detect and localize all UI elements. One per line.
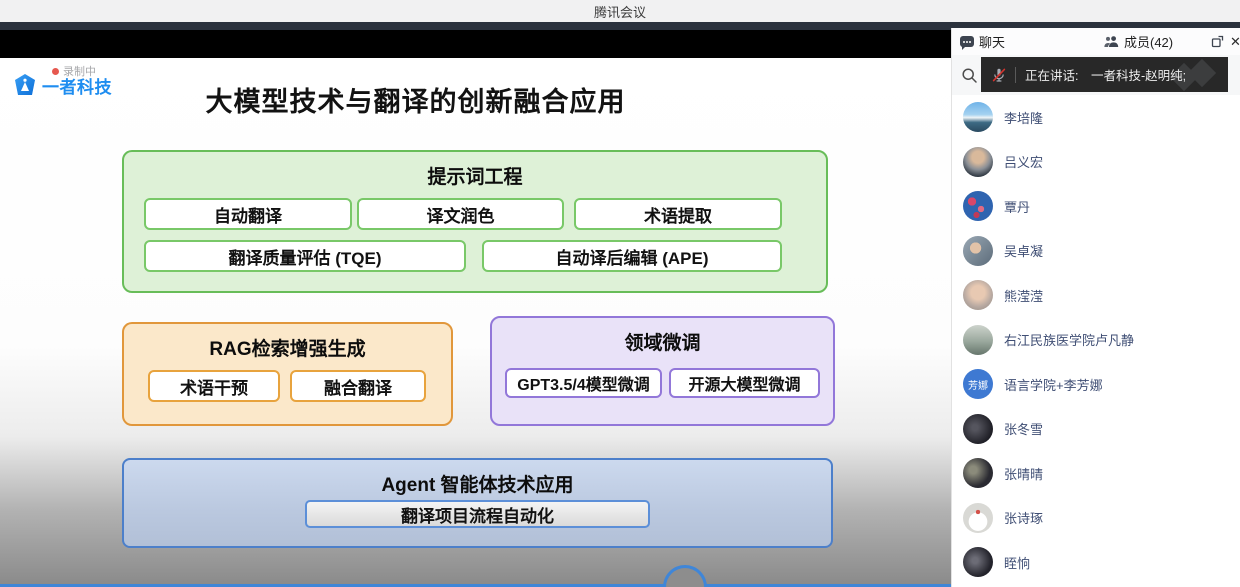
member-row[interactable]: 李培隆 [952,95,1240,140]
shared-screen-area: 一者科技 录制中 大模型技术与翻译的创新融合应用 提示词工程 自动翻译 译文润色… [0,30,951,587]
avatar [963,191,993,221]
rag-item-fusion-translate: 融合翻译 [290,370,426,402]
prompt-engineering-group: 提示词工程 自动翻译 译文润色 术语提取 翻译质量评估 (TQE) 自动译后编辑… [122,150,828,293]
popout-icon [1211,35,1224,48]
panel-tabbar: 聊天 成员(42) ✕ [952,28,1240,55]
recording-label: 录制中 [63,63,96,79]
member-row[interactable]: 眰恦 [952,540,1240,585]
window-titlebar: 腾讯会议 [0,0,1240,22]
member-name: 语言学院+李芳娜 [1004,375,1103,394]
member-row[interactable]: 张晴晴 [952,451,1240,496]
member-row[interactable]: 张诗琢 [952,496,1240,541]
prompt-item-tqe: 翻译质量评估 (TQE) [144,240,466,272]
avatar: 芳娜 [963,369,993,399]
member-row[interactable]: 右江民族医学院卢凡静 [952,318,1240,363]
avatar [963,147,993,177]
meeting-side-panel: 聊天 成员(42) ✕ 李培隆 [951,28,1240,587]
member-name: 李培隆 [1004,108,1043,127]
members-icon [1104,35,1119,48]
presentation-slide: 一者科技 录制中 大模型技术与翻译的创新融合应用 提示词工程 自动翻译 译文润色… [0,58,951,584]
prompt-item-ape: 自动译后编辑 (APE) [482,240,782,272]
speaking-status-text: 正在讲话: 一者科技-赵明纯; [1025,65,1186,84]
avatar [963,236,993,266]
member-name: 覃丹 [1004,197,1030,216]
avatar [963,458,993,488]
avatar [963,414,993,444]
avatar [963,547,993,577]
avatar [963,102,993,132]
member-row[interactable]: 熊滢滢 [952,273,1240,318]
tab-members-label: 成员(42) [1124,32,1173,51]
agent-item-workflow-automation: 翻译项目流程自动化 [305,500,650,528]
active-speaker-toast: 正在讲话: 一者科技-赵明纯; [981,57,1228,92]
member-name: 张诗琢 [1004,508,1043,527]
avatar [963,325,993,355]
chat-bubble-icon [960,36,974,47]
member-name: 张冬雪 [1004,419,1043,438]
tab-chat[interactable]: 聊天 [960,28,1005,55]
member-row[interactable]: 吴卓凝 [952,229,1240,274]
member-name: 熊滢滢 [1004,286,1043,305]
finetune-item-gpt: GPT3.5/4模型微调 [505,368,662,398]
member-row[interactable]: 覃丹 [952,184,1240,229]
member-name: 吕义宏 [1004,152,1043,171]
agent-group: Agent 智能体技术应用 翻译项目流程自动化 [122,458,833,548]
rag-item-term-intervention: 术语干预 [148,370,280,402]
rag-group-title: RAG检索增强生成 [124,324,451,361]
prompt-item-term-extract: 术语提取 [574,198,782,230]
member-name: 右江民族医学院卢凡静 [1004,330,1134,349]
recording-indicator: 录制中 [52,63,96,79]
member-row[interactable]: 吕义宏 [952,140,1240,185]
prompt-group-title: 提示词工程 [124,152,826,189]
prompt-item-auto-translate: 自动翻译 [144,198,352,230]
tab-chat-label: 聊天 [979,32,1005,51]
prompt-item-polish: 译文润色 [357,198,564,230]
muted-mic-icon [991,67,1007,83]
speaking-label: 正在讲话: [1025,69,1078,83]
tab-members[interactable]: 成员(42) [1104,28,1173,55]
recording-dot-icon [52,68,59,75]
agent-group-title: Agent 智能体技术应用 [124,460,831,497]
search-icon [961,67,978,84]
avatar [963,503,993,533]
member-name: 眰恦 [1004,553,1030,572]
avatar [963,280,993,310]
member-list: 李培隆 吕义宏 覃丹 吴卓凝 熊滢滢 右江民族医学院卢凡静 芳娜 语言学院+李芳… [952,95,1240,587]
rag-group: RAG检索增强生成 术语干预 融合翻译 [122,322,453,426]
member-name: 张晴晴 [1004,464,1043,483]
slide-title: 大模型技术与翻译的创新融合应用 [0,80,831,119]
member-row[interactable]: 芳娜 语言学院+李芳娜 [952,362,1240,407]
toast-divider [1015,67,1016,83]
finetune-group-title: 领域微调 [492,318,833,355]
member-row[interactable]: 张冬雪 [952,407,1240,452]
finetune-group: 领域微调 GPT3.5/4模型微调 开源大模型微调 [490,316,835,426]
window-title: 腾讯会议 [594,2,646,21]
popout-button[interactable] [1211,28,1224,55]
close-icon: ✕ [1230,34,1240,50]
member-name: 吴卓凝 [1004,241,1043,260]
finetune-item-opensource: 开源大模型微调 [669,368,820,398]
watermark-logo [1170,61,1224,88]
close-panel-button[interactable]: ✕ [1230,28,1240,55]
